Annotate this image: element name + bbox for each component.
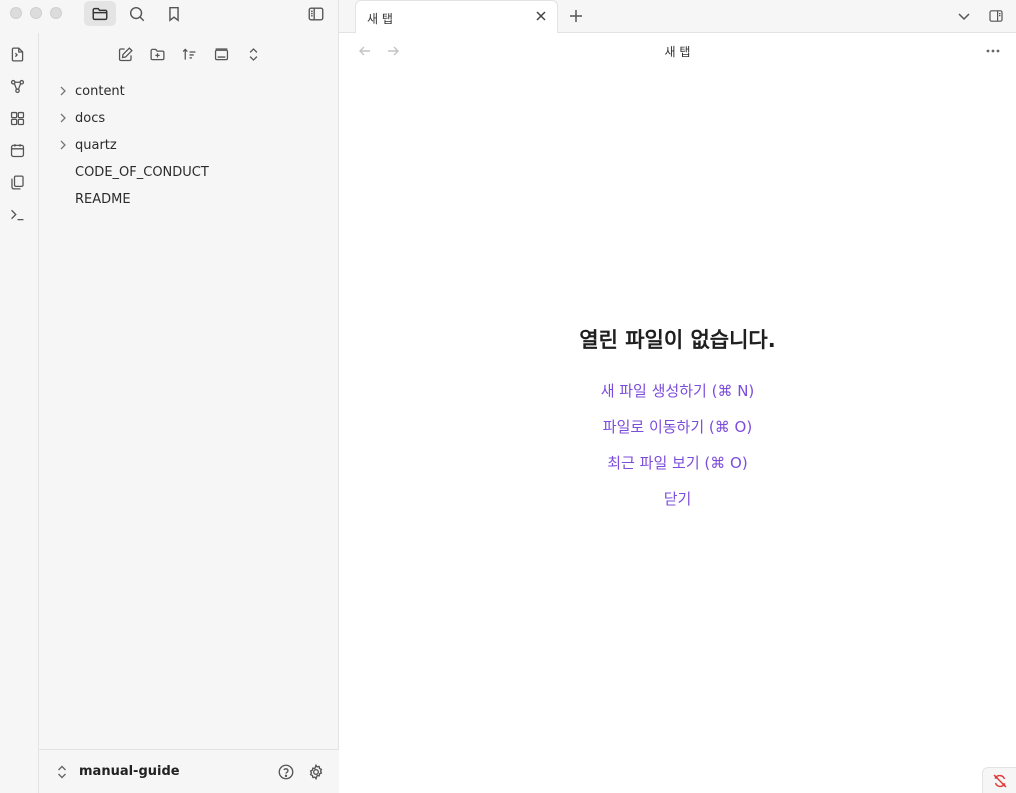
main-view: 새 탭 열린 파일이 없습니다. 새 파일 생성하기 (⌘ N) 파일로 이동하…	[339, 33, 1016, 793]
tree-file-code-of-conduct[interactable]: CODE_OF_CONDUCT	[39, 159, 339, 186]
sidebar-header	[0, 0, 339, 33]
folder-plus-icon	[149, 48, 165, 60]
templates-button[interactable]	[8, 173, 26, 191]
window-close-button[interactable]	[10, 7, 22, 19]
ribbon	[0, 33, 39, 793]
sort-button[interactable]	[179, 44, 199, 64]
sidebar-left-icon	[308, 6, 324, 21]
chevron-down-icon	[958, 13, 970, 21]
tree-item-label: docs	[75, 111, 106, 126]
sync-status-button[interactable]	[982, 767, 1016, 793]
chevron-right-icon	[60, 86, 66, 96]
obsidian-window: content docs quartz CODE_OF_CONDUCT READ…	[0, 0, 1016, 793]
new-note-button[interactable]	[115, 44, 135, 64]
empty-state-actions: 새 파일 생성하기 (⌘ N) 파일로 이동하기 (⌘ O) 최근 파일 보기 …	[339, 379, 1016, 523]
settings-button[interactable]	[306, 762, 326, 782]
new-folder-button[interactable]	[147, 44, 167, 64]
chevrons-up-down-icon	[249, 47, 257, 61]
tab-new[interactable]: 새 탭	[355, 0, 558, 33]
tree-folder-quartz[interactable]: quartz	[39, 132, 339, 159]
search-tab-button[interactable]	[121, 1, 153, 26]
help-icon	[278, 764, 294, 780]
recent-files-link[interactable]: 최근 파일 보기 (⌘ O)	[339, 451, 1016, 487]
tab-list-button[interactable]	[954, 6, 974, 26]
collapse-all-button[interactable]	[243, 44, 263, 64]
daily-note-button[interactable]	[8, 141, 26, 159]
explorer-toolbar	[39, 33, 339, 75]
toggle-right-sidebar-button[interactable]	[986, 6, 1006, 26]
file-explorer: content docs quartz CODE_OF_CONDUCT READ…	[39, 33, 339, 793]
graph-icon	[10, 79, 24, 93]
chevron-right-icon	[60, 113, 66, 123]
chevrons-up-down-icon[interactable]	[55, 764, 69, 780]
create-new-file-link[interactable]: 새 파일 생성하기 (⌘ N)	[339, 379, 1016, 415]
bookmark-icon	[169, 6, 179, 22]
tree-item-label: quartz	[75, 138, 117, 153]
files-tab-button[interactable]	[84, 1, 116, 26]
edit-icon	[118, 46, 133, 61]
tab-bar: 새 탭	[339, 0, 1016, 33]
quick-switcher-button[interactable]	[8, 45, 26, 63]
graph-view-button[interactable]	[8, 77, 26, 95]
tree-file-readme[interactable]: README	[39, 186, 339, 213]
vault-bar: manual-guide	[39, 749, 339, 793]
reveal-icon	[214, 47, 228, 60]
tree-item-label: content	[75, 84, 125, 99]
window-zoom-button[interactable]	[50, 7, 62, 19]
chevron-right-icon	[60, 140, 66, 150]
auto-reveal-button[interactable]	[211, 44, 231, 64]
new-tab-button[interactable]	[566, 6, 586, 26]
file-tree: content docs quartz CODE_OF_CONDUCT READ…	[39, 78, 339, 213]
tree-item-label: README	[75, 192, 131, 207]
close-tab-link[interactable]: 닫기	[339, 487, 1016, 523]
vault-name[interactable]: manual-guide	[79, 764, 180, 779]
plus-icon	[570, 10, 582, 22]
folder-icon	[92, 7, 108, 20]
gear-icon	[309, 763, 323, 781]
search-icon	[129, 6, 145, 21]
toggle-left-sidebar-button[interactable]	[300, 1, 332, 26]
tree-folder-content[interactable]: content	[39, 78, 339, 105]
canvas-icon	[10, 111, 24, 125]
tree-folder-docs[interactable]: docs	[39, 105, 339, 132]
sort-icon	[182, 47, 195, 60]
canvas-button[interactable]	[8, 109, 26, 127]
close-icon[interactable]	[534, 9, 548, 23]
copy-icon	[10, 174, 24, 190]
terminal-icon	[10, 209, 23, 220]
command-palette-button[interactable]	[8, 205, 26, 223]
help-button[interactable]	[276, 762, 296, 782]
tab-title: 새 탭	[367, 12, 393, 26]
empty-state: 열린 파일이 없습니다. 새 파일 생성하기 (⌘ N) 파일로 이동하기 (⌘…	[339, 325, 1016, 523]
sync-off-icon	[993, 774, 1006, 787]
window-minimize-button[interactable]	[30, 7, 42, 19]
empty-state-title: 열린 파일이 없습니다.	[579, 328, 776, 352]
file-switch-icon	[11, 46, 23, 62]
sidebar-right-icon	[989, 10, 1003, 22]
go-to-file-link[interactable]: 파일로 이동하기 (⌘ O)	[339, 415, 1016, 451]
bookmarks-tab-button[interactable]	[158, 1, 190, 26]
view-title: 새 탭	[664, 45, 691, 59]
more-options-icon[interactable]	[984, 43, 1002, 59]
tree-item-label: CODE_OF_CONDUCT	[75, 165, 209, 180]
calendar-icon	[10, 143, 24, 157]
